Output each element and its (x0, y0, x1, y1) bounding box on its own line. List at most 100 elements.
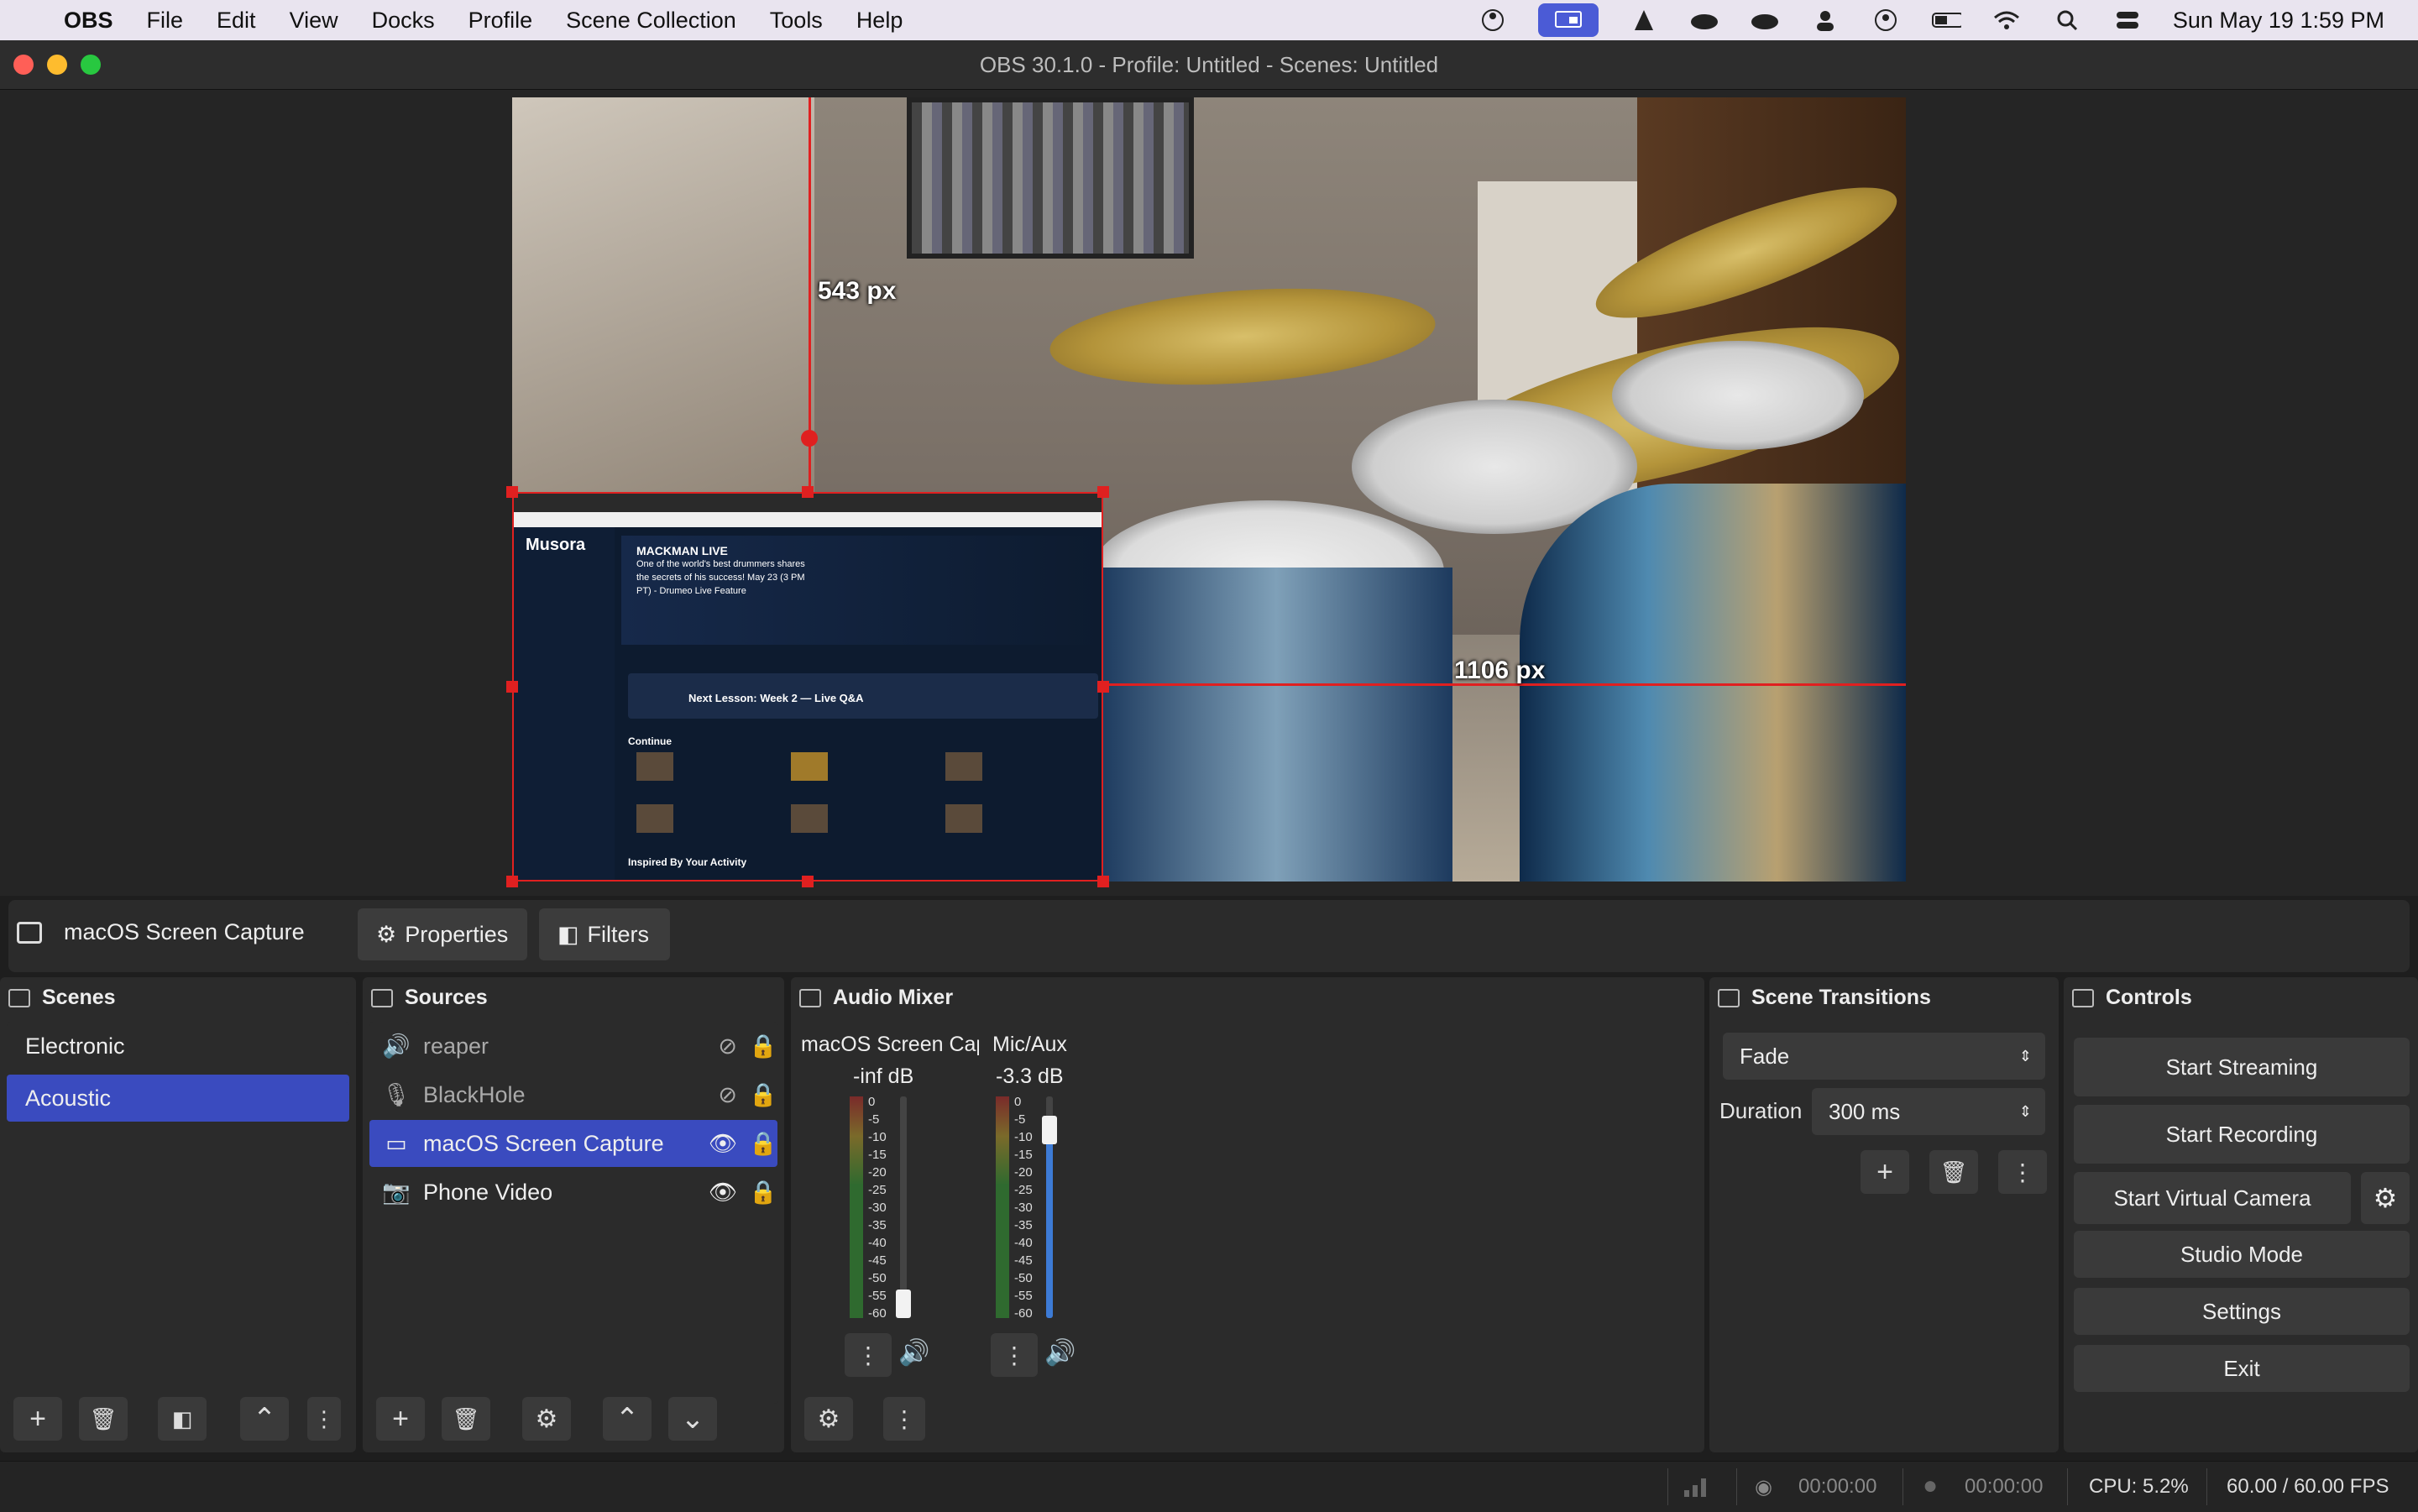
cloud-sync-icon[interactable] (1750, 8, 1780, 33)
audio-mixer-dock: Audio Mixer macOS Screen Capture -inf dB… (791, 977, 1704, 1452)
screen-capture-source[interactable]: Musora MACKMAN LIVE One of the world's b… (512, 492, 1103, 882)
meter-scale-tick: 0 (868, 1095, 876, 1109)
obs-status-icon[interactable] (1478, 8, 1508, 33)
transition-value: Fade (1740, 1043, 1790, 1069)
remove-scene-button[interactable]: 🗑 (79, 1397, 128, 1441)
eye-icon[interactable]: 👁 (709, 1179, 737, 1206)
menu-tools[interactable]: Tools (770, 8, 823, 34)
eye-hidden-icon[interactable]: ⊘ (718, 1082, 737, 1108)
resize-handle[interactable] (1097, 486, 1109, 498)
dock-undock-icon[interactable] (8, 989, 30, 1007)
scene-more-button[interactable]: ⋮ (307, 1397, 341, 1441)
speaker-icon[interactable]: 🔊 (898, 1338, 929, 1368)
more-vertical-icon: ⋮ (856, 1342, 880, 1368)
start-streaming-button[interactable]: Start Streaming (2074, 1038, 2410, 1096)
source-item[interactable]: 📷 Phone Video 👁 🔒 (369, 1169, 777, 1216)
duration-spinbox[interactable]: 300 ms ⇕ (1812, 1088, 2045, 1135)
user-icon[interactable] (1810, 8, 1840, 33)
macos-menubar: OBS File Edit View Docks Profile Scene C… (0, 0, 2418, 40)
scene-item[interactable]: Electronic (7, 1023, 349, 1070)
mixer-more-button[interactable]: ⋮ (883, 1397, 925, 1441)
mixer-channel-menu-button[interactable]: ⋮ (845, 1333, 892, 1377)
lock-icon[interactable]: 🔒 (749, 1081, 777, 1108)
meter-scale-tick: -50 (868, 1271, 887, 1285)
resize-handle[interactable] (506, 681, 518, 693)
resize-handle[interactable] (506, 486, 518, 498)
dock-undock-icon[interactable] (371, 989, 393, 1007)
vlc-icon[interactable] (1629, 8, 1659, 33)
spin-arrows-icon[interactable]: ⇕ (2019, 1103, 2032, 1121)
cloud-icon[interactable] (1689, 8, 1719, 33)
source-item[interactable]: 🎙 BlackHole ⊘ 🔒 (369, 1071, 777, 1118)
filters-button[interactable]: ◧ Filters (539, 908, 670, 960)
sources-title: Sources (405, 986, 488, 1009)
volume-fader-knob[interactable] (1042, 1116, 1057, 1144)
advanced-audio-settings-button[interactable]: ⚙ (804, 1397, 853, 1441)
eye-icon[interactable]: 👁 (709, 1130, 737, 1157)
remove-transition-button[interactable]: 🗑 (1929, 1150, 1978, 1194)
control-center-icon[interactable] (2112, 8, 2143, 33)
transition-more-button[interactable]: ⋮ (1998, 1150, 2047, 1194)
wifi-icon[interactable] (1991, 8, 2022, 33)
status-separator (1736, 1468, 1737, 1505)
volume-fader-track[interactable] (900, 1096, 907, 1318)
menubar-datetime[interactable]: Sun May 19 1:59 PM (2173, 8, 2384, 34)
menu-edit[interactable]: Edit (217, 8, 256, 34)
menu-view[interactable]: View (290, 8, 338, 34)
menu-profile[interactable]: Profile (468, 8, 533, 34)
add-scene-button[interactable]: + (13, 1397, 62, 1441)
dock-undock-icon[interactable] (2072, 989, 2094, 1007)
settings-button[interactable]: Settings (2074, 1288, 2410, 1335)
dock-undock-icon[interactable] (1718, 989, 1740, 1007)
resize-handle[interactable] (506, 876, 518, 887)
properties-button[interactable]: ⚙ Properties (358, 908, 527, 960)
volume-fader-knob[interactable] (896, 1290, 911, 1318)
spotlight-search-icon[interactable] (2052, 8, 2082, 33)
account-icon[interactable] (1871, 8, 1901, 33)
screen-share-icon[interactable] (1537, 3, 1599, 37)
virtual-camera-settings-button[interactable]: ⚙ (2361, 1172, 2410, 1224)
dock-undock-icon[interactable] (799, 989, 821, 1007)
speaker-icon[interactable]: 🔊 (1044, 1338, 1076, 1368)
battery-icon[interactable] (1931, 8, 1961, 33)
menu-help[interactable]: Help (856, 8, 903, 34)
gear-icon: ⚙ (817, 1405, 840, 1433)
resize-handle[interactable] (802, 486, 814, 498)
scene-filters-button[interactable]: ◧ (158, 1397, 207, 1441)
chevron-up-down-icon: ⇕ (2018, 1047, 2032, 1065)
exit-button[interactable]: Exit (2074, 1345, 2410, 1392)
move-source-up-button[interactable]: ⌃ (603, 1397, 652, 1441)
resize-handle[interactable] (802, 876, 814, 887)
lock-icon[interactable]: 🔒 (749, 1179, 777, 1206)
lock-icon[interactable]: 🔒 (749, 1130, 777, 1157)
plus-icon: + (1876, 1155, 1893, 1188)
resize-handle[interactable] (1097, 876, 1109, 887)
more-vertical-icon: ⋮ (1002, 1342, 1026, 1368)
studio-mode-button[interactable]: Studio Mode (2074, 1231, 2410, 1278)
menu-app-name[interactable]: OBS (64, 8, 113, 34)
add-transition-button[interactable]: + (1861, 1150, 1909, 1194)
menu-docks[interactable]: Docks (372, 8, 435, 34)
start-recording-button[interactable]: Start Recording (2074, 1105, 2410, 1164)
move-scene-up-button[interactable]: ⌃ (240, 1397, 289, 1441)
vertical-guide-label: 543 px (818, 277, 897, 305)
meter-scale-tick: -15 (868, 1148, 887, 1162)
meter-scale-tick: -45 (868, 1253, 887, 1268)
source-item[interactable]: ▭ macOS Screen Capture 👁 🔒 (369, 1120, 777, 1167)
more-vertical-icon: ⋮ (2011, 1159, 2034, 1185)
move-source-down-button[interactable]: ⌄ (668, 1397, 717, 1441)
transition-select[interactable]: Fade ⇕ (1723, 1033, 2045, 1080)
remove-source-button[interactable]: 🗑 (442, 1397, 490, 1441)
source-properties-button[interactable]: ⚙ (522, 1397, 571, 1441)
mixer-channel-menu-button[interactable]: ⋮ (991, 1333, 1038, 1377)
start-virtual-camera-button[interactable]: Start Virtual Camera (2074, 1172, 2351, 1224)
meter-scale-tick: -40 (1014, 1236, 1033, 1250)
source-item[interactable]: 🔊 reaper ⊘ 🔒 (369, 1023, 777, 1070)
eye-hidden-icon[interactable]: ⊘ (718, 1033, 737, 1059)
menu-file[interactable]: File (147, 8, 184, 34)
scene-item[interactable]: Acoustic (7, 1075, 349, 1122)
capture-thumbnail (945, 752, 982, 781)
menu-scene-collection[interactable]: Scene Collection (566, 8, 736, 34)
lock-icon[interactable]: 🔒 (749, 1033, 777, 1059)
add-source-button[interactable]: + (376, 1397, 425, 1441)
